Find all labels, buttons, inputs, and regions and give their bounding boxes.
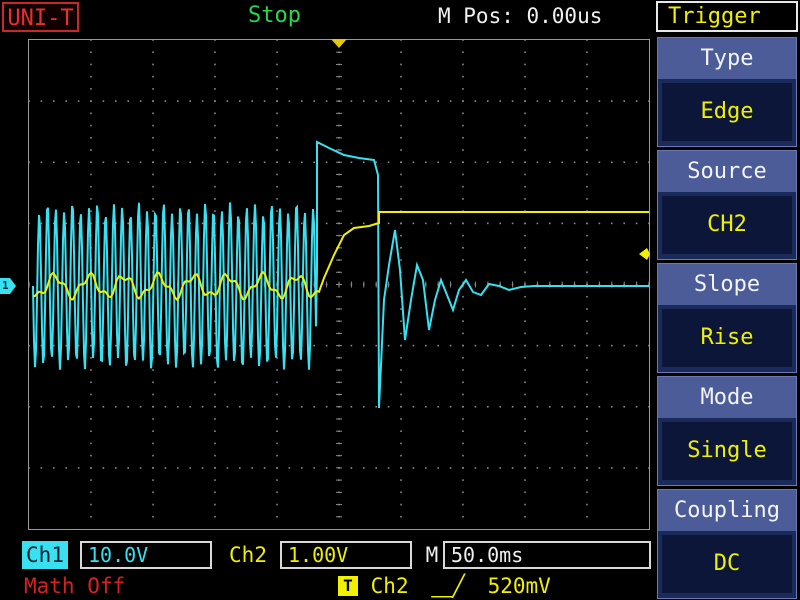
menu-item-label: Type	[658, 38, 796, 79]
horizontal-position-readout: M Pos: 0.00us	[438, 4, 603, 28]
menu-title: Trigger	[656, 1, 798, 32]
ch1-waveform	[32, 140, 649, 409]
menu-item-coupling[interactable]: Coupling DC	[657, 489, 797, 599]
menu-item-source[interactable]: Source CH2	[657, 150, 797, 260]
ch2-scale-readout: 1.00V	[280, 541, 412, 569]
timebase-readout: 50.0ms	[443, 541, 651, 569]
acquisition-status: Stop	[248, 3, 301, 28]
trigger-readout: T Ch2 ⎽╱ 520mV	[338, 573, 551, 599]
ch1-scale-readout: 10.0V	[80, 541, 212, 569]
menu-item-label: Mode	[658, 377, 796, 418]
menu-item-label: Coupling	[658, 490, 796, 531]
waveform-display	[28, 39, 650, 530]
menu-item-label: Source	[658, 151, 796, 192]
trigger-menu: Trigger Type Edge Source CH2 Slope Rise …	[655, 0, 800, 600]
brand-logo: UNI-T	[2, 2, 79, 32]
rising-edge-icon: ⎽╱	[431, 574, 465, 598]
timebase-tag: M	[425, 543, 439, 567]
menu-item-mode[interactable]: Mode Single	[657, 376, 797, 486]
menu-item-type[interactable]: Type Edge	[657, 37, 797, 147]
ch2-tag[interactable]: Ch2	[225, 541, 271, 569]
menu-item-slope[interactable]: Slope Rise	[657, 263, 797, 373]
ch1-level-marker[interactable]: 1	[0, 278, 16, 294]
menu-item-value: DC	[662, 535, 792, 593]
trigger-level: 520mV	[487, 574, 551, 598]
ch1-tag[interactable]: Ch1	[22, 541, 68, 569]
ch1-marker-label: 1	[2, 279, 9, 292]
menu-item-value: CH2	[662, 196, 792, 254]
menu-item-value: Edge	[662, 83, 792, 141]
math-status: Math Off	[24, 574, 126, 598]
trigger-source: Ch2	[370, 574, 409, 598]
trigger-position-marker-icon	[331, 39, 347, 48]
waveform-svg	[28, 39, 650, 518]
menu-item-value: Single	[662, 422, 792, 480]
trigger-level-marker-icon	[639, 248, 650, 260]
menu-item-label: Slope	[658, 264, 796, 305]
status-bar: UNI-T Stop M Pos: 0.00us	[0, 0, 655, 35]
trigger-badge: T	[338, 576, 358, 596]
menu-item-value: Rise	[662, 309, 792, 367]
readout-bar: Ch1 10.0V Ch2 1.00V M 50.0ms Math Off T …	[0, 533, 655, 600]
